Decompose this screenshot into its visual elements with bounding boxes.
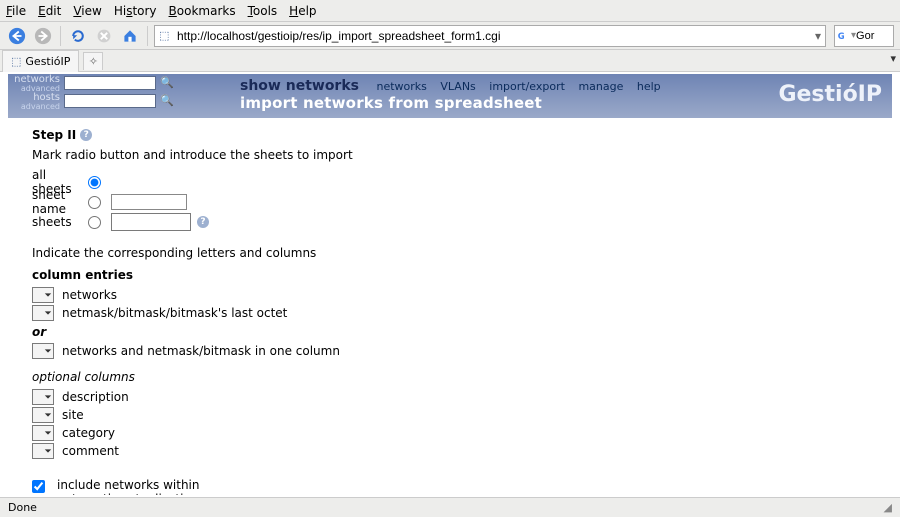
menu-history[interactable]: History <box>114 4 157 18</box>
menu-bookmarks[interactable]: Bookmarks <box>169 4 236 18</box>
radio-name-label: sheet name <box>32 188 88 216</box>
tabs-dropdown-icon[interactable]: ▾ <box>890 52 896 65</box>
app-header: networksadvanced 🔍 hostsadvanced 🔍 show … <box>8 74 892 118</box>
select-combined-col[interactable] <box>32 343 54 359</box>
toolbar: ⬚ ▾ G ▾ <box>0 22 900 50</box>
select-networks-col[interactable] <box>32 287 54 303</box>
menu-edit[interactable]: Edit <box>38 4 61 18</box>
menu-help[interactable]: Help <box>289 4 316 18</box>
hosts-search-input[interactable] <box>64 94 156 108</box>
select-netmask-col[interactable] <box>32 305 54 321</box>
opt-description-label: description <box>62 390 129 404</box>
new-tab-button[interactable]: ✧ <box>83 52 103 70</box>
nav-help[interactable]: help <box>637 80 661 93</box>
select-comment-col[interactable] <box>32 443 54 459</box>
url-dropdown-icon[interactable]: ▾ <box>815 29 821 43</box>
page-content: networksadvanced 🔍 hostsadvanced 🔍 show … <box>0 72 900 495</box>
search-icon[interactable]: 🔍 <box>160 76 174 90</box>
opt-site-label: site <box>62 408 84 422</box>
select-site-col[interactable] <box>32 407 54 423</box>
menubar: File Edit View History Bookmarks Tools H… <box>0 0 900 22</box>
nav-manage[interactable]: manage <box>578 80 623 93</box>
tab-title: GestióIP <box>25 55 70 68</box>
opt-comment-label: comment <box>62 444 119 458</box>
nav-importexport[interactable]: import/export <box>489 80 565 93</box>
home-button[interactable] <box>119 25 141 47</box>
tab-favicon-icon: ⬚ <box>11 55 21 68</box>
col-section-label: Indicate the corresponding letters and c… <box>32 246 878 260</box>
google-icon: G <box>837 29 851 43</box>
select-description-col[interactable] <box>32 389 54 405</box>
include-networks-checkbox[interactable] <box>32 480 45 493</box>
search-box[interactable]: G ▾ <box>834 25 894 47</box>
include-networks-label: include networks within automatic actual… <box>57 478 200 495</box>
radio-sheets-label: sheets <box>32 215 88 229</box>
search-input[interactable] <box>856 30 880 42</box>
tab-gestioip[interactable]: ⬚ GestióIP <box>2 50 79 72</box>
reload-button[interactable] <box>67 25 89 47</box>
resize-grip-icon[interactable]: ◢ <box>884 501 892 514</box>
radio-all-sheets[interactable] <box>88 176 101 189</box>
instruction-text: Mark radio button and introduce the shee… <box>32 148 878 162</box>
status-bar: Done ◢ <box>0 497 900 517</box>
brand-logo: GestióIP <box>778 82 882 107</box>
step-label: Step II <box>32 128 76 142</box>
col-entries-label: column entries <box>32 268 878 282</box>
optional-columns-label: optional columns <box>32 370 878 384</box>
forward-button[interactable] <box>32 25 54 47</box>
search-icon2[interactable]: 🔍 <box>160 94 174 108</box>
help-icon[interactable]: ? <box>80 129 92 141</box>
sheets-input[interactable] <box>111 213 191 231</box>
site-favicon-icon: ⬚ <box>159 29 173 43</box>
radio-sheets[interactable] <box>88 216 101 229</box>
status-text: Done <box>8 501 37 514</box>
opt-category-label: category <box>62 426 115 440</box>
menu-tools[interactable]: Tools <box>248 4 278 18</box>
url-input[interactable] <box>177 29 815 43</box>
networks-search-input[interactable] <box>64 76 156 90</box>
label-advanced2: advanced <box>8 103 60 110</box>
page-subtitle: import networks from spreadsheet <box>240 94 671 112</box>
tab-bar: ⬚ GestióIP ✧ ▾ <box>0 50 900 72</box>
label-advanced: advanced <box>8 85 60 92</box>
sheet-name-input[interactable] <box>111 194 187 210</box>
sheets-help-icon[interactable]: ? <box>197 216 209 228</box>
or-label: or <box>32 325 878 339</box>
nav-vlans[interactable]: VLANs <box>440 80 475 93</box>
menu-file[interactable]: File <box>6 4 26 18</box>
url-bar[interactable]: ⬚ ▾ <box>154 25 826 47</box>
row-networks-label: networks <box>62 288 117 302</box>
radio-sheet-name[interactable] <box>88 196 101 209</box>
stop-button[interactable] <box>93 25 115 47</box>
select-category-col[interactable] <box>32 425 54 441</box>
svg-text:G: G <box>838 30 845 40</box>
nav-networks[interactable]: networks <box>376 80 426 93</box>
row-netmask-label: netmask/bitmask/bitmask's last octet <box>62 306 287 320</box>
show-networks-link[interactable]: show networks <box>240 78 359 94</box>
menu-view[interactable]: View <box>73 4 101 18</box>
row-combined-label: networks and netmask/bitmask in one colu… <box>62 344 340 358</box>
back-button[interactable] <box>6 25 28 47</box>
